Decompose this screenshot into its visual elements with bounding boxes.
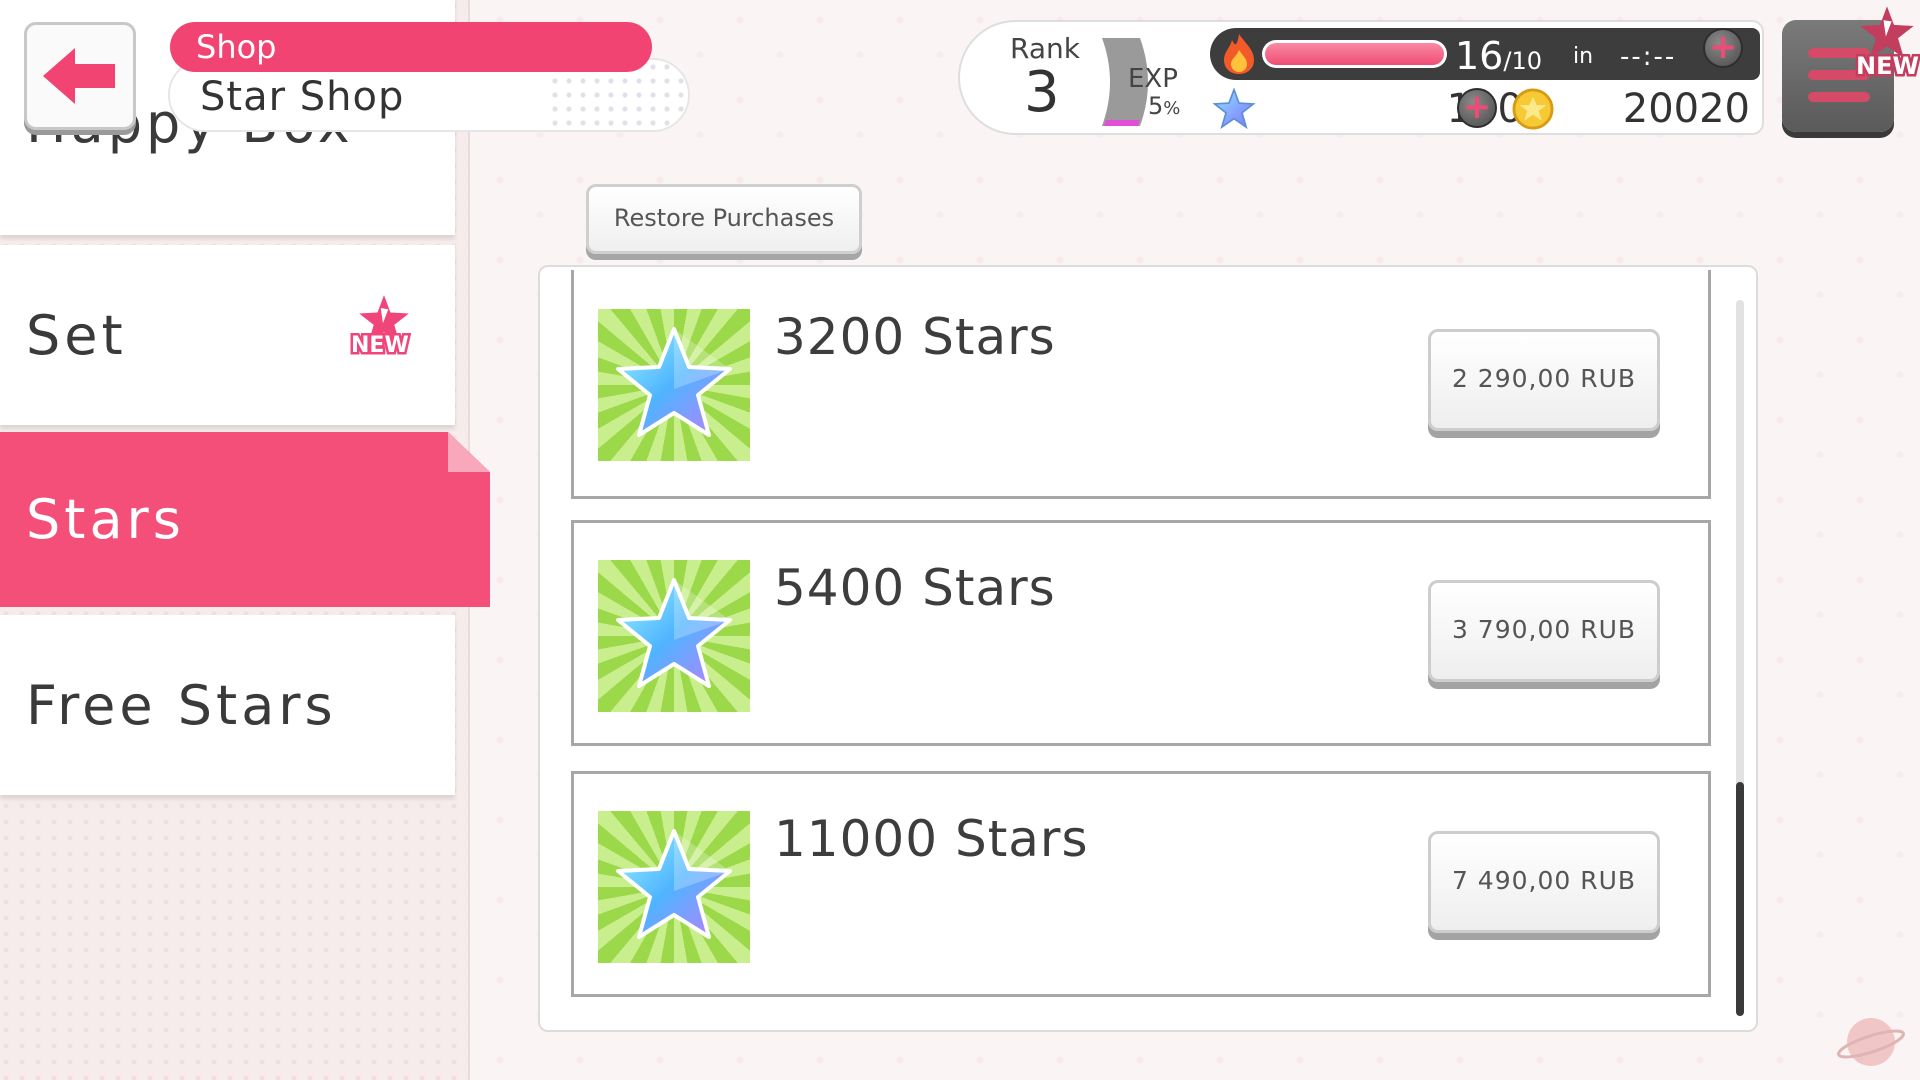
rank-value: 3 bbox=[1024, 60, 1060, 125]
player-status-panel: Rank 3 EXP 5% 16/10 in --:-- + 100 + 200… bbox=[958, 20, 1764, 135]
product-name: 3200 Stars bbox=[774, 308, 1056, 366]
product-name: 5400 Stars bbox=[774, 559, 1056, 617]
star-product-icon bbox=[616, 829, 732, 939]
category-sidebar: Happy Box Set NEW Stars Free Stars bbox=[0, 0, 490, 1080]
sidebar-item-label: Set bbox=[26, 303, 127, 367]
sidebar-item-label: Free Stars bbox=[26, 673, 337, 737]
sidebar-item-label: Stars bbox=[26, 488, 185, 551]
add-stars-button[interactable]: + bbox=[1457, 88, 1497, 128]
exp-label: EXP bbox=[1128, 64, 1178, 94]
star-currency-icon bbox=[1212, 88, 1256, 130]
price-button[interactable]: 7 490,00 RUB bbox=[1428, 831, 1660, 933]
sidebar-item-free-stars[interactable]: Free Stars bbox=[0, 615, 455, 795]
price-button[interactable]: 2 290,00 RUB bbox=[1428, 329, 1660, 431]
page-title: Star Shop bbox=[200, 74, 405, 120]
menu-new-badge: NEW bbox=[1854, 4, 1920, 84]
new-badge: NEW bbox=[349, 293, 419, 373]
flame-icon bbox=[1224, 34, 1254, 74]
stamina-meter bbox=[1262, 40, 1447, 68]
stamina-timer: --:-- bbox=[1620, 42, 1677, 72]
section-pill: Shop bbox=[170, 22, 652, 72]
new-badge-label: NEW bbox=[349, 331, 412, 361]
watermark-logo bbox=[1837, 1018, 1905, 1066]
coin-icon bbox=[1512, 88, 1554, 130]
stamina-in-label: in bbox=[1573, 44, 1594, 69]
product-item: 5400 Stars 3 790,00 RUB bbox=[571, 520, 1711, 746]
price-button[interactable]: 3 790,00 RUB bbox=[1428, 580, 1660, 682]
product-image bbox=[598, 309, 750, 461]
stamina-meter-fill bbox=[1265, 43, 1444, 65]
product-image bbox=[598, 560, 750, 712]
product-item: 11000 Stars 7 490,00 RUB bbox=[571, 771, 1711, 997]
coins-balance: 20020 bbox=[1622, 86, 1750, 132]
sidebar-item-stars[interactable]: Stars bbox=[0, 432, 490, 607]
stamina-bar: 16/10 in --:-- bbox=[1210, 28, 1760, 80]
product-image bbox=[598, 811, 750, 963]
menu-line-icon bbox=[1808, 92, 1870, 102]
back-arrow-icon bbox=[43, 48, 115, 104]
product-item: 3200 Stars 2 290,00 RUB bbox=[571, 270, 1711, 499]
sidebar-item-set[interactable]: Set NEW bbox=[0, 245, 455, 425]
restore-purchases-button[interactable]: Restore Purchases bbox=[586, 184, 862, 254]
add-stamina-button[interactable]: + bbox=[1703, 28, 1743, 68]
star-product-icon bbox=[616, 327, 732, 437]
stamina-value: 16/10 bbox=[1455, 34, 1542, 78]
new-badge-label: NEW bbox=[1854, 50, 1920, 83]
back-button[interactable] bbox=[24, 22, 136, 130]
star-product-icon bbox=[616, 578, 732, 688]
stars-balance: 100 bbox=[1363, 86, 1523, 132]
exp-value: 5% bbox=[1148, 92, 1181, 120]
product-name: 11000 Stars bbox=[774, 810, 1089, 868]
scrollbar-thumb[interactable] bbox=[1736, 782, 1744, 1016]
